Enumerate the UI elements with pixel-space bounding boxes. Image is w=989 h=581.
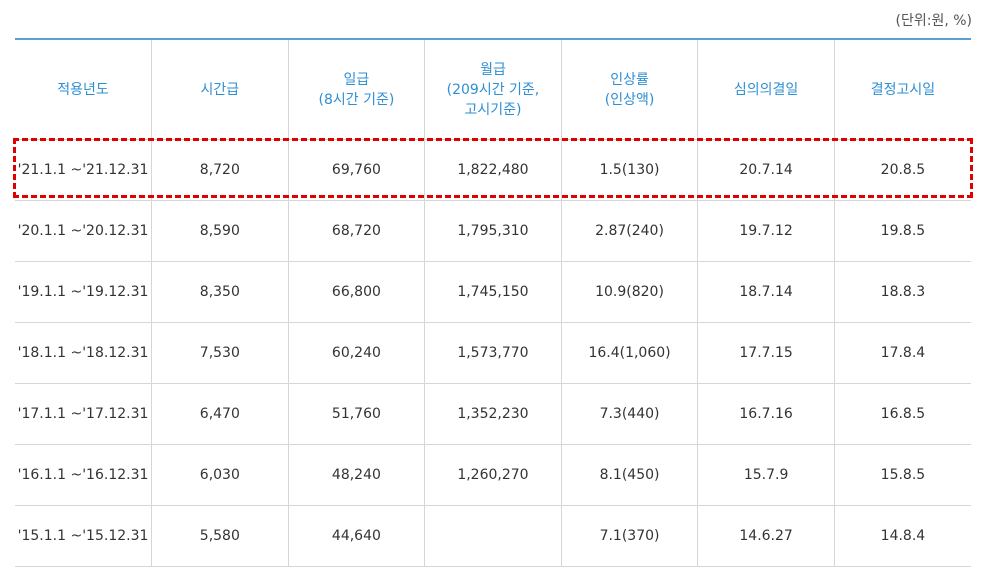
cell-year: '16.1.1 ~'16.12.31 (15, 444, 153, 506)
header-increase: 인상률 (인상액) (561, 39, 699, 140)
cell-increase: 16.4(1,060) (561, 322, 699, 384)
cell-monthly (424, 505, 562, 567)
table-row: '20.1.1 ~'20.12.31 8,590 68,720 1,795,31… (15, 200, 971, 262)
unit-note: (단위:원, %) (895, 13, 972, 29)
cell-monthly: 1,352,230 (424, 383, 562, 445)
cell-year: '19.1.1 ~'19.12.31 (15, 261, 153, 323)
table-row: '15.1.1 ~'15.12.31 5,580 44,640 7.1(370)… (15, 505, 971, 567)
cell-notice-date: 19.8.5 (834, 200, 971, 262)
table-header: 적용년도 시간급 일급 (8시간 기준) 월급 (209시간 기준, 고시기준)… (15, 39, 971, 140)
cell-deliberation-date: 19.7.12 (697, 200, 835, 262)
header-hourly: 시간급 (151, 39, 289, 140)
cell-hourly: 8,720 (151, 139, 289, 201)
cell-deliberation-date: 15.7.9 (697, 444, 835, 506)
header-line: 심의의결일 (733, 81, 799, 98)
table-row: '17.1.1 ~'17.12.31 6,470 51,760 1,352,23… (15, 383, 971, 445)
cell-notice-date: 16.8.5 (834, 383, 971, 445)
header-line: 적용년도 (57, 81, 109, 98)
cell-hourly: 8,350 (151, 261, 289, 323)
header-monthly: 월급 (209시간 기준, 고시기준) (424, 39, 562, 140)
header-line: 시간급 (200, 81, 240, 98)
header-line: (인상액) (604, 91, 655, 108)
cell-year: '15.1.1 ~'15.12.31 (15, 505, 153, 567)
cell-increase: 2.87(240) (561, 200, 699, 262)
cell-deliberation-date: 16.7.16 (697, 383, 835, 445)
cell-monthly: 1,795,310 (424, 200, 562, 262)
cell-increase: 7.1(370) (561, 505, 699, 567)
cell-notice-date: 14.8.4 (834, 505, 971, 567)
cell-deliberation-date: 20.7.14 (697, 139, 835, 201)
cell-deliberation-date: 14.6.27 (697, 505, 835, 567)
table-row: '16.1.1 ~'16.12.31 6,030 48,240 1,260,27… (15, 444, 971, 506)
cell-hourly: 8,590 (151, 200, 289, 262)
header-deliberation-date: 심의의결일 (697, 39, 835, 140)
cell-hourly: 6,470 (151, 383, 289, 445)
cell-daily: 69,760 (288, 139, 426, 201)
cell-notice-date: 18.8.3 (834, 261, 971, 323)
cell-daily: 68,720 (288, 200, 426, 262)
header-year: 적용년도 (15, 39, 153, 140)
cell-hourly: 5,580 (151, 505, 289, 567)
cell-notice-date: 17.8.4 (834, 322, 971, 384)
cell-daily: 48,240 (288, 444, 426, 506)
cell-year: '20.1.1 ~'20.12.31 (15, 200, 153, 262)
header-row: 적용년도 시간급 일급 (8시간 기준) 월급 (209시간 기준, 고시기준)… (15, 39, 971, 140)
cell-increase: 10.9(820) (561, 261, 699, 323)
header-notice-date: 결정고시일 (834, 39, 971, 140)
cell-daily: 51,760 (288, 383, 426, 445)
header-line: 결정고시일 (870, 81, 936, 98)
header-line: 인상률 (610, 71, 649, 88)
cell-daily: 60,240 (288, 322, 426, 384)
cell-increase: 8.1(450) (561, 444, 699, 506)
cell-daily: 44,640 (288, 505, 426, 567)
header-line: (209시간 기준, (446, 81, 540, 98)
table-row: '21.1.1 ~'21.12.31 8,720 69,760 1,822,48… (15, 139, 971, 201)
cell-increase: 1.5(130) (561, 139, 699, 201)
cell-monthly: 1,573,770 (424, 322, 562, 384)
cell-notice-date: 20.8.5 (834, 139, 971, 201)
cell-monthly: 1,822,480 (424, 139, 562, 201)
table-row: '19.1.1 ~'19.12.31 8,350 66,800 1,745,15… (15, 261, 971, 323)
minimum-wage-table: 적용년도 시간급 일급 (8시간 기준) 월급 (209시간 기준, 고시기준)… (15, 38, 971, 567)
header-line: 월급 (480, 61, 506, 78)
header-line: 고시기준) (464, 101, 522, 118)
cell-deliberation-date: 17.7.15 (697, 322, 835, 384)
cell-year: '21.1.1 ~'21.12.31 (15, 139, 153, 201)
cell-monthly: 1,260,270 (424, 444, 562, 506)
table-body: '21.1.1 ~'21.12.31 8,720 69,760 1,822,48… (15, 139, 971, 567)
cell-deliberation-date: 18.7.14 (697, 261, 835, 323)
cell-monthly: 1,745,150 (424, 261, 562, 323)
cell-hourly: 6,030 (151, 444, 289, 506)
cell-hourly: 7,530 (151, 322, 289, 384)
header-daily: 일급 (8시간 기준) (288, 39, 426, 140)
cell-daily: 66,800 (288, 261, 426, 323)
cell-increase: 7.3(440) (561, 383, 699, 445)
cell-year: '17.1.1 ~'17.12.31 (15, 383, 153, 445)
cell-notice-date: 15.8.5 (834, 444, 971, 506)
header-line: 일급 (343, 71, 370, 88)
header-line: (8시간 기준) (318, 91, 395, 108)
table-row: '18.1.1 ~'18.12.31 7,530 60,240 1,573,77… (15, 322, 971, 384)
cell-year: '18.1.1 ~'18.12.31 (15, 322, 153, 384)
